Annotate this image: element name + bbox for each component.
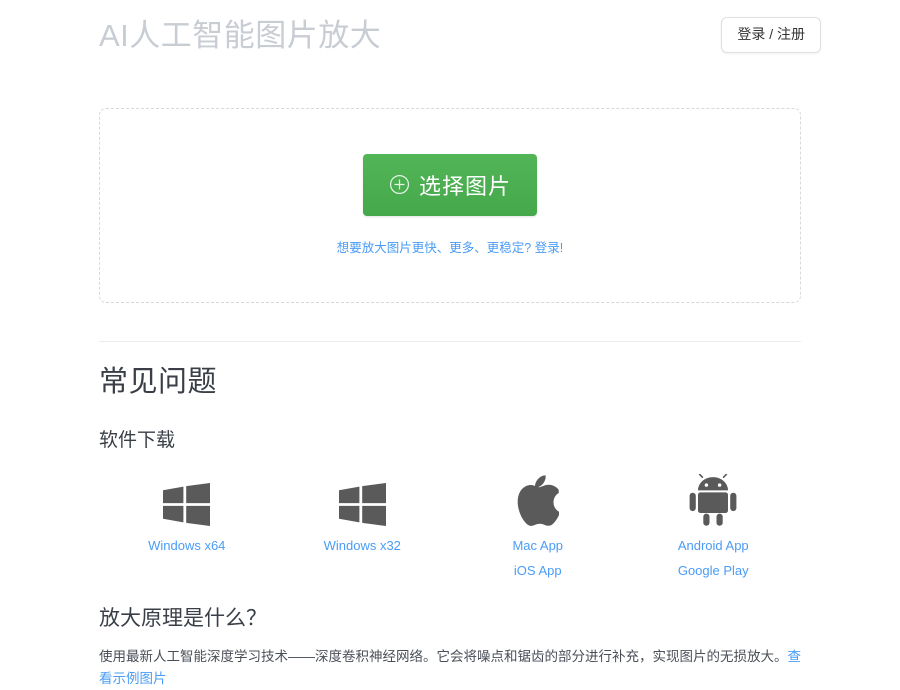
software-download-heading: 软件下载	[99, 429, 176, 451]
apple-icon	[517, 472, 559, 527]
faq-heading: 常见问题	[99, 366, 218, 398]
section-divider	[99, 341, 801, 342]
download-column-windows-x64: Windows x64	[99, 472, 275, 578]
download-link[interactable]: iOS App	[512, 563, 563, 578]
download-column-android: Android App Google Play	[626, 472, 802, 578]
download-links: Windows x64	[148, 538, 225, 553]
download-links: Android App Google Play	[678, 538, 749, 578]
upgrade-login-hint-link[interactable]: 想要放大图片更快、更多、更稳定? 登录!	[337, 240, 563, 258]
page-root: AI人工智能图片放大 登录 / 注册 选择图片 想要放大图片更快、更多、更稳定?…	[0, 0, 900, 686]
download-column-apple: Mac App iOS App	[450, 472, 626, 578]
download-column-windows-x32: Windows x32	[275, 472, 451, 578]
download-link[interactable]: Windows x64	[148, 538, 225, 553]
principle-body-text: 使用最新人工智能深度学习技术——深度卷积神经网络。它会将噪点和锯齿的部分进行补充…	[99, 649, 788, 665]
choose-image-label: 选择图片	[418, 173, 511, 199]
download-link[interactable]: Windows x32	[324, 538, 401, 553]
download-list: Windows x64 Windows x32 Mac App iOS App …	[99, 472, 801, 578]
principle-body: 使用最新人工智能深度学习技术——深度卷积神经网络。它会将噪点和锯齿的部分进行补充…	[99, 646, 801, 690]
plus-circle-icon	[389, 174, 410, 195]
download-link[interactable]: Mac App	[512, 538, 563, 553]
windows-icon	[163, 472, 211, 527]
content-container: AI人工智能图片放大 登录 / 注册 选择图片 想要放大图片更快、更多、更稳定?…	[99, 0, 821, 690]
download-link[interactable]: Google Play	[678, 563, 749, 578]
image-dropzone[interactable]: 选择图片 想要放大图片更快、更多、更稳定? 登录!	[99, 108, 801, 303]
choose-image-button[interactable]: 选择图片	[362, 153, 537, 216]
download-link[interactable]: Android App	[678, 538, 749, 553]
page-header: AI人工智能图片放大 登录 / 注册	[99, 8, 821, 70]
windows-icon	[338, 472, 386, 527]
page-title: AI人工智能图片放大	[99, 18, 382, 53]
download-links: Mac App iOS App	[512, 538, 563, 578]
download-links: Windows x32	[324, 538, 401, 553]
android-icon	[689, 472, 737, 527]
login-register-button[interactable]: 登录 / 注册	[721, 17, 821, 53]
principle-heading: 放大原理是什么？	[99, 606, 267, 630]
